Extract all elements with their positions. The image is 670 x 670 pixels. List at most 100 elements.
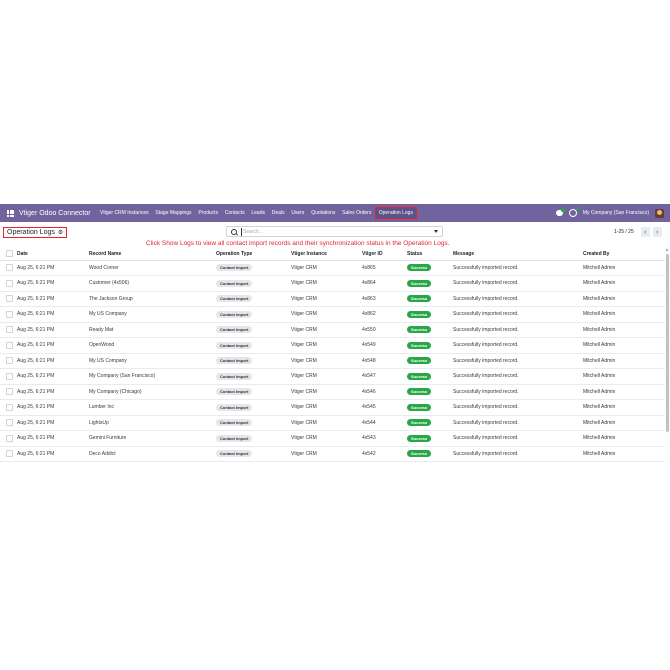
status-badge: Success (407, 357, 432, 365)
table-row[interactable]: Aug 25, 6:21 PM Lumber Inc Contact Import V… (0, 400, 665, 416)
row-checkbox[interactable] (6, 357, 13, 365)
vtiger-instance-cell: Vtiger CRM (291, 295, 317, 302)
search-input[interactable] (241, 227, 423, 236)
record-name-cell: Ready Mat (89, 326, 114, 333)
gear-icon[interactable]: ⚙ (58, 230, 63, 236)
vtiger-id-cell: 4x543 (362, 435, 376, 442)
row-select-cell (0, 353, 17, 369)
table-row[interactable]: Aug 25, 6:21 PM OpenWood Contact Import Vti… (0, 338, 665, 354)
table-row[interactable]: Aug 25, 6:21 PM Deco Addict Contact Import… (0, 446, 665, 462)
operation-type-cell: Contact Import (216, 415, 291, 431)
date-cell: Aug 25, 6:21 PM (17, 280, 55, 287)
row-select-cell (0, 446, 17, 462)
column-header-status[interactable]: Status (407, 248, 453, 260)
select-all-checkbox[interactable] (6, 250, 13, 258)
row-checkbox[interactable] (6, 388, 13, 396)
record-name-cell: Customer (4x506) (89, 280, 130, 287)
status-cell: Success (407, 400, 453, 416)
operation-type-tag: Contact Import (216, 279, 253, 287)
row-checkbox[interactable] (6, 419, 13, 427)
row-checkbox[interactable] (6, 264, 13, 272)
created-by-cell: Mitchell Admin (583, 264, 616, 271)
row-select-cell (0, 260, 17, 276)
activity-clock-icon[interactable] (568, 207, 579, 217)
column-header-vtiger-instance[interactable]: Vtiger Instance (291, 248, 362, 260)
table-row[interactable]: Aug 25, 6:21 PM Ready Mat Contact Import Vt… (0, 322, 665, 338)
pager-value[interactable]: 1-25 / 25 (614, 229, 634, 235)
chat-icon[interactable] (555, 208, 565, 216)
menu-item-sales-orders[interactable]: Sales Orders (339, 208, 375, 218)
table-row[interactable]: Aug 25, 6:21 PM Gemini Furniture Contact I… (0, 431, 665, 446)
row-checkbox[interactable] (6, 403, 13, 411)
menu-item-deals[interactable]: Deals (268, 208, 288, 218)
app-brand[interactable]: Vtiger Odoo Connector (19, 210, 91, 217)
table-row[interactable]: Aug 25, 6:21 PM My Company (Chicago) Conta… (0, 384, 665, 400)
column-header-vtiger-id[interactable]: Vtiger ID (362, 248, 407, 260)
status-cell: Success (407, 353, 453, 369)
pager-next-button[interactable]: › (652, 227, 662, 237)
column-header-created-by[interactable]: Created By (583, 248, 665, 260)
table-row[interactable]: Aug 25, 6:21 PM Customer (4x506) Contact I… (0, 276, 665, 292)
column-header-operation-type[interactable]: Operation Type (216, 248, 291, 260)
menu-item-quotations[interactable]: Quotations (308, 208, 339, 218)
row-checkbox[interactable] (6, 279, 13, 287)
table-header-row: Date Record Name Operation Type Vtiger I… (0, 248, 665, 260)
pager-previous-button[interactable]: ‹ (640, 227, 650, 237)
search-options-toggle-icon[interactable] (434, 230, 438, 233)
operation-type-cell: Contact Import (216, 276, 291, 292)
status-cell: Success (407, 415, 453, 431)
record-name-cell: My US Company (89, 311, 127, 318)
menu-item-products[interactable]: Products (195, 208, 222, 218)
status-badge: Success (407, 419, 432, 427)
row-select-cell (0, 322, 17, 338)
column-header-record-name[interactable]: Record Name (89, 248, 216, 260)
message-cell: Successfully imported record. (453, 388, 519, 395)
status-badge: Success (407, 450, 432, 458)
column-header-message[interactable]: Message (453, 248, 583, 260)
scroll-up-arrow-icon[interactable] (666, 248, 668, 251)
created-by-cell: Mitchell Admin (583, 311, 616, 318)
status-cell: Success (407, 338, 453, 354)
row-checkbox[interactable] (6, 341, 13, 349)
top-navbar: Vtiger Odoo Connector Vtiger CRM Instanc… (0, 204, 670, 222)
table-row[interactable]: Aug 25, 6:21 PM My Company (San Francisco… (0, 369, 665, 384)
table-row[interactable]: Aug 25, 6:21 PM The Jackson Group Contact … (0, 291, 665, 307)
date-cell: Aug 25, 6:21 PM (17, 311, 55, 318)
status-cell: Success (407, 446, 453, 462)
date-cell: Aug 25, 6:21 PM (17, 295, 55, 302)
vtiger-instance-cell: Vtiger CRM (291, 357, 317, 364)
menu-item-stage-mappings[interactable]: Stage Mappings (152, 208, 195, 218)
column-header-date[interactable]: Date (17, 248, 89, 260)
menu-item-contacts[interactable]: Contacts (221, 208, 248, 218)
table-row[interactable]: Aug 25, 6:21 PM LightsUp Contact Import Vti… (0, 415, 665, 431)
created-by-cell: Mitchell Admin (583, 419, 616, 426)
scroll-thumb[interactable] (666, 254, 669, 432)
menu-item-users[interactable]: Users (288, 208, 308, 218)
apps-menu-icon[interactable] (7, 209, 14, 217)
company-switcher[interactable]: My Company (San Francisco) (583, 210, 649, 216)
table-row[interactable]: Aug 25, 6:21 PM Wood Corner Contact Import… (0, 260, 665, 276)
message-cell: Successfully imported record. (453, 404, 519, 411)
menu-item-operation-logs[interactable]: Operation Logs (374, 207, 417, 219)
menu-item-vtiger-crm-instances[interactable]: Vtiger CRM Instances (97, 208, 152, 218)
table-row[interactable]: Aug 25, 6:21 PM My US Company Contact Impo… (0, 307, 665, 322)
row-checkbox[interactable] (6, 372, 13, 380)
menu-item-leads[interactable]: Leads (248, 208, 268, 218)
date-cell: Aug 25, 6:21 PM (17, 419, 55, 426)
row-checkbox[interactable] (6, 326, 13, 334)
row-checkbox[interactable] (6, 295, 13, 303)
table-row[interactable]: Aug 25, 6:21 PM My US Company Contact Impo… (0, 353, 665, 369)
row-checkbox[interactable] (6, 450, 13, 458)
date-cell: Aug 25, 6:21 PM (17, 404, 55, 411)
row-select-cell (0, 291, 17, 307)
status-badge: Success (407, 388, 432, 396)
operation-type-tag: Contact Import (216, 310, 253, 318)
record-name-cell: Deco Addict (89, 450, 116, 457)
vertical-scrollbar[interactable] (666, 248, 669, 466)
row-checkbox[interactable] (6, 434, 13, 442)
message-cell: Successfully imported record. (453, 450, 519, 457)
status-badge: Success (407, 403, 432, 411)
row-checkbox[interactable] (6, 310, 13, 318)
message-cell: Successfully imported record. (453, 264, 519, 271)
user-avatar[interactable] (655, 208, 664, 218)
